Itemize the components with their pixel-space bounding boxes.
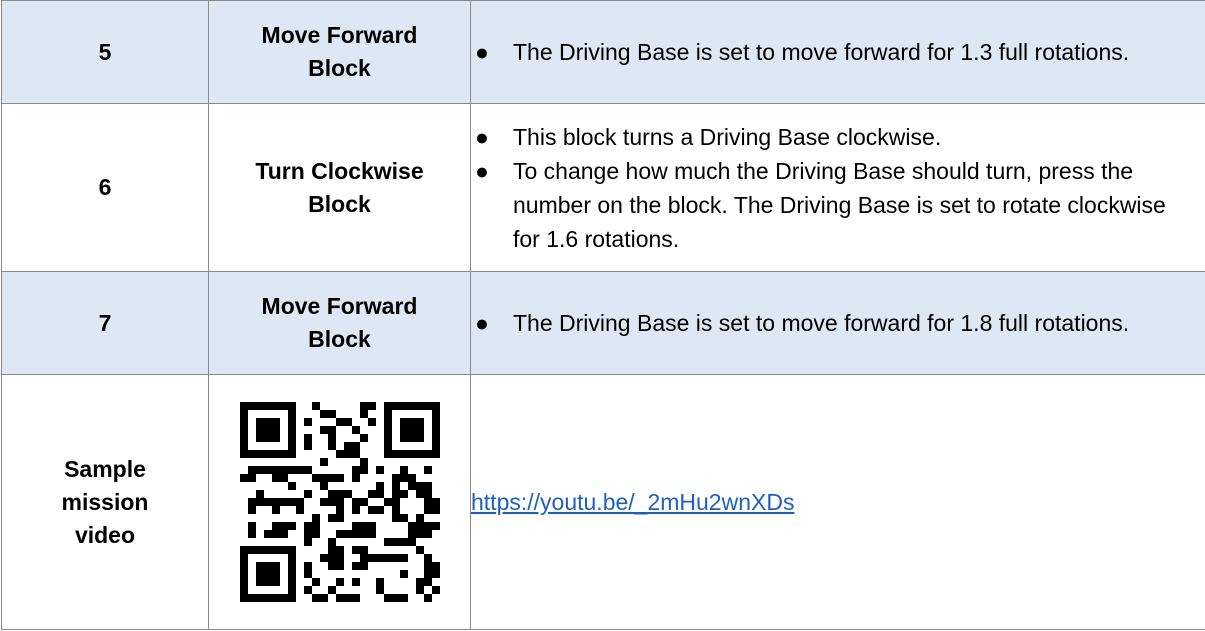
bullet-icon: ● — [475, 39, 489, 65]
block-name-line: Block — [308, 55, 371, 81]
sample-video-label: Sample mission video — [1, 374, 209, 630]
block-name-line: Block — [308, 326, 371, 352]
bullet-icon: ● — [475, 157, 489, 184]
table-row: 5 Move Forward Block ● The Driving Base … — [1, 0, 1205, 104]
bullet-item: ● The Driving Base is set to move forwar… — [471, 35, 1205, 69]
block-description: ● The Driving Base is set to move forwar… — [470, 0, 1205, 104]
bullet-item: ● This block turns a Driving Base clockw… — [471, 120, 1205, 154]
table-row: Sample mission video https://youtu.be/_2… — [1, 374, 1205, 630]
table-row: 7 Move Forward Block ● The Driving Base … — [1, 271, 1205, 375]
block-name-line: Move Forward — [261, 293, 418, 319]
block-name-line: Block — [308, 190, 371, 217]
instruction-table: 5 Move Forward Block ● The Driving Base … — [1, 0, 1205, 630]
bullet-icon: ● — [475, 310, 489, 336]
link-cell: https://youtu.be/_2mHu2wnXDs — [470, 374, 1205, 630]
bullet-item: ● To change how much the Driving Base sh… — [471, 154, 1205, 256]
block-description: ● This block turns a Driving Base clockw… — [470, 103, 1205, 272]
step-number: 7 — [1, 271, 209, 375]
qr-cell — [208, 374, 471, 630]
block-description: ● The Driving Base is set to move forwar… — [470, 271, 1205, 375]
bullet-text: This block turns a Driving Base clockwis… — [513, 123, 942, 150]
bullet-list: ● This block turns a Driving Base clockw… — [471, 120, 1205, 256]
qr-code-icon[interactable] — [239, 402, 440, 602]
sample-label-line: mission — [61, 488, 149, 515]
bullet-text: To change how much the Driving Base shou… — [513, 157, 1166, 252]
bullet-item: ● The Driving Base is set to move forwar… — [471, 306, 1205, 340]
sample-label-line: Sample — [64, 455, 146, 482]
table-row: 6 Turn Clockwise Block ● This block turn… — [1, 103, 1205, 272]
block-name: Move Forward Block — [208, 0, 471, 104]
step-number: 6 — [1, 103, 209, 272]
bullet-list: ● The Driving Base is set to move forwar… — [471, 35, 1205, 69]
bullet-icon: ● — [475, 123, 489, 150]
block-name: Move Forward Block — [208, 271, 471, 375]
block-name: Turn Clockwise Block — [208, 103, 471, 272]
block-name-line: Move Forward — [261, 22, 418, 48]
sample-label-line: video — [74, 521, 136, 548]
bullet-text: The Driving Base is set to move forward … — [513, 39, 1130, 65]
block-name-line: Turn Clockwise — [255, 157, 424, 184]
step-number: 5 — [1, 0, 209, 104]
bullet-text: The Driving Base is set to move forward … — [513, 310, 1130, 336]
sample-video-link[interactable]: https://youtu.be/_2mHu2wnXDs — [471, 489, 794, 515]
bullet-list: ● The Driving Base is set to move forwar… — [471, 306, 1205, 340]
